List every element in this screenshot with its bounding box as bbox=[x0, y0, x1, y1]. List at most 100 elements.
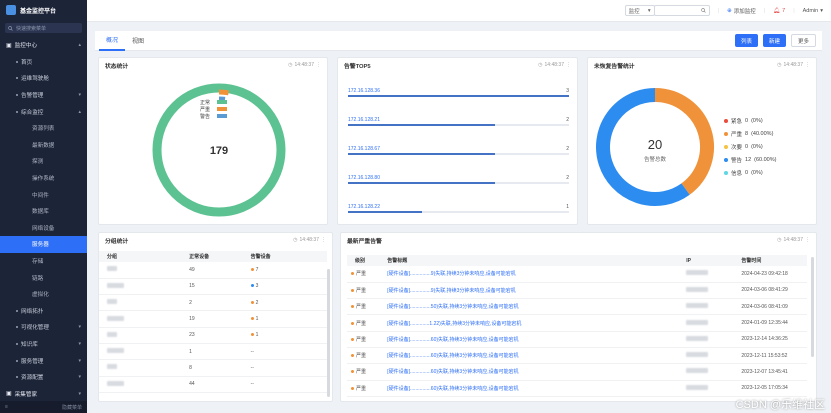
top5-ip[interactable]: 172.16.128.21 bbox=[348, 117, 380, 123]
sidebar-item[interactable]: 网络拓扑 bbox=[0, 303, 87, 320]
title-cell[interactable]: [硬件设备]..............1.22)失联,持续3分钟未响应,设备可… bbox=[379, 314, 679, 332]
top-search-input[interactable] bbox=[653, 5, 710, 16]
monitor-type-value: 监控 bbox=[628, 8, 640, 15]
legend-item[interactable]: 严重 8 (40.00%) bbox=[724, 127, 776, 140]
top5-ip[interactable]: 172.16.128.22 bbox=[348, 204, 380, 210]
top5-row[interactable]: 172.16.128.22 1 bbox=[348, 204, 569, 218]
more-icon[interactable]: ⋮ bbox=[805, 237, 810, 243]
more-icon[interactable]: ⋮ bbox=[566, 62, 571, 68]
table-row[interactable]: 22 bbox=[99, 294, 327, 312]
sidebar-item[interactable]: 最新数据 bbox=[0, 137, 87, 154]
alert-title-link[interactable]: [硬件设备]...............60)失联,持续3分钟未响应,设备可能… bbox=[387, 369, 518, 375]
title-cell[interactable]: [硬件设备]...............60)失联,持续3分钟未响应,设备可能… bbox=[379, 380, 679, 397]
top5-row[interactable]: 172.16.128.80 2 bbox=[348, 175, 569, 189]
sidebar-item[interactable]: 链路 bbox=[0, 269, 87, 286]
sidebar-item[interactable]: 中间件 bbox=[0, 186, 87, 203]
table-row[interactable]: 23 1 bbox=[99, 327, 327, 344]
sidebar-item[interactable]: 可视化管理 ▾ bbox=[0, 319, 87, 336]
sidebar-item[interactable]: 存储 bbox=[0, 253, 87, 270]
alert-title-link[interactable]: [硬件设备]..............1.22)失联,持续3分钟未响应,设备可… bbox=[387, 321, 521, 327]
alert-bell[interactable]: 🔔︎ 7 bbox=[773, 8, 785, 14]
top5-ip[interactable]: 172.16.128.67 bbox=[348, 146, 380, 152]
sidebar-item[interactable]: 综合监控 ▴ bbox=[0, 103, 87, 120]
alert-title-link[interactable]: [硬件设备]...............50)失联,持续3分钟未响应,设备可能… bbox=[387, 304, 518, 310]
title-cell[interactable]: [硬件设备]...............60)失联,持续3分钟未响应,设备可能… bbox=[379, 331, 679, 348]
redacted-ip bbox=[686, 368, 709, 374]
sidebar-item[interactable]: 网络设备 bbox=[0, 220, 87, 237]
sidebar-item[interactable]: 服务器 bbox=[0, 236, 87, 253]
legend-item[interactable]: 信息 0 (0%) bbox=[724, 166, 776, 179]
severity-dot bbox=[351, 386, 354, 390]
table-row[interactable]: 1 -- bbox=[99, 343, 327, 361]
sidebar-footer[interactable]: ≡ 隐藏菜单 bbox=[0, 401, 87, 413]
sidebar-item[interactable]: 资源配置 ▾ bbox=[0, 369, 87, 386]
top5-ip[interactable]: 172.16.128.36 bbox=[348, 88, 380, 94]
latest-scrollbar[interactable] bbox=[811, 257, 814, 357]
monitor-type-select[interactable]: 监控 ▾ bbox=[624, 5, 655, 16]
more-icon[interactable]: ⋮ bbox=[316, 62, 321, 68]
table-row[interactable]: 8 -- bbox=[99, 359, 327, 377]
title-cell[interactable]: [硬件设备]...............9)失联,持续3分钟未响应,设备可能宕… bbox=[379, 282, 679, 300]
alert-title-link[interactable]: [硬件设备]...............9)失联,持续3分钟未响应,设备可能宕… bbox=[387, 271, 516, 277]
alert-title-link[interactable]: [硬件设备]...............60)失联,持续3分钟未响应,设备可能… bbox=[387, 337, 518, 343]
sidebar-item[interactable]: 数据库 bbox=[0, 203, 87, 220]
sidebar-item[interactable]: 服务管理 ▾ bbox=[0, 352, 87, 369]
sidebar-item[interactable]: 资源列表 bbox=[0, 120, 87, 137]
alert-title-link[interactable]: [硬件设备]...............60)失联,持续3分钟未响应,设备可能… bbox=[387, 353, 518, 359]
tab-overview[interactable]: 概况 bbox=[99, 31, 126, 51]
table-row[interactable]: 严重 [硬件设备]...............60)失联,持续3分钟未响应,设备… bbox=[347, 331, 807, 348]
top5-row[interactable]: 172.16.128.67 2 bbox=[348, 146, 569, 160]
tab-view[interactable]: 视图 bbox=[125, 31, 151, 51]
latest-severe-card: 最新严重告警 ◷ 14:48:37 ⋮ 级别 告警标题 IP 告警时间 严重 [硬件设… bbox=[340, 232, 817, 402]
new-button[interactable]: 新建 bbox=[762, 34, 786, 47]
brand[interactable]: 基金监控平台 bbox=[0, 0, 87, 20]
sidebar-item[interactable]: 探测 bbox=[0, 153, 87, 170]
alert-title-link[interactable]: [硬件设备]...............60)失联,持续3分钟未响应,设备可能… bbox=[387, 386, 518, 392]
top5-row[interactable]: 172.16.128.21 2 bbox=[348, 117, 569, 131]
table-row[interactable]: 严重 [硬件设备]..............1.22)失联,持续3分钟未响应,设… bbox=[347, 314, 807, 332]
title-cell[interactable]: [硬件设备]...............60)失联,持续3分钟未响应,设备可能… bbox=[379, 363, 679, 381]
user-menu[interactable]: Admin ▾ bbox=[803, 8, 823, 14]
alert-count: -- bbox=[250, 381, 254, 388]
top5-row[interactable]: 172.16.128.36 3 bbox=[348, 88, 569, 102]
sidebar-item[interactable]: 告警管理 ▾ bbox=[0, 87, 87, 104]
sidebar-item[interactable]: 虚拟化 bbox=[0, 286, 87, 303]
redacted-ip bbox=[686, 335, 709, 341]
more-icon[interactable]: ⋮ bbox=[805, 62, 810, 68]
table-row[interactable]: 严重 [硬件设备]...............60)失联,持续3分钟未响应,设备… bbox=[347, 347, 807, 365]
top5-ip[interactable]: 172.16.128.80 bbox=[348, 175, 380, 181]
table-row[interactable]: 15 3 bbox=[99, 278, 327, 296]
more-icon[interactable]: ⋮ bbox=[321, 237, 326, 243]
table-row[interactable]: 44 -- bbox=[99, 376, 327, 393]
sidebar-item[interactable]: 运维驾驶舱 bbox=[0, 70, 87, 87]
legend-item[interactable]: 紧急 0 (0%) bbox=[724, 114, 776, 127]
donut-segment-3[interactable] bbox=[596, 88, 690, 206]
title-cell[interactable]: [硬件设备]...............9)失联,持续3分钟未响应,设备可能宕… bbox=[379, 266, 679, 283]
hide-menu-label[interactable]: 隐藏菜单 bbox=[62, 404, 82, 411]
title-cell[interactable]: [硬件设备]...............60)失联,持续3分钟未响应,设备可能… bbox=[379, 347, 679, 365]
more-button[interactable]: 更多 bbox=[790, 34, 816, 47]
sidebar-item[interactable]: 操作系统 bbox=[0, 170, 87, 187]
legend-item[interactable]: 次要 0 (0%) bbox=[724, 140, 776, 153]
add-monitor-link[interactable]: ⊕ 添加监控 bbox=[727, 7, 756, 15]
table-row[interactable]: 49 7 bbox=[99, 262, 327, 279]
sidebar-item[interactable]: 知识库 ▾ bbox=[0, 336, 87, 353]
table-row[interactable]: 严重 [硬件设备]...............60)失联,持续3分钟未响应,设备… bbox=[347, 380, 807, 397]
sidebar-item[interactable]: ▣ 采集管家 ▾ bbox=[0, 385, 87, 402]
menu-search-input[interactable]: 快速搜索菜单 bbox=[5, 23, 82, 33]
sidebar-item[interactable]: ▣ 监控中心 ▴ bbox=[0, 37, 87, 54]
legend-item[interactable]: 警告 12 (60.00%) bbox=[724, 153, 776, 166]
alert-title-link[interactable]: [硬件设备]...............9)失联,持续3分钟未响应,设备可能宕… bbox=[387, 288, 516, 294]
table-row[interactable]: 严重 [硬件设备]...............9)失联,持续3分钟未响应,设备可… bbox=[347, 282, 807, 300]
collapse-icon[interactable]: ≡ bbox=[5, 404, 8, 410]
sidebar-item[interactable]: 首页 bbox=[0, 54, 87, 71]
table-row[interactable]: 19 1 bbox=[99, 310, 327, 328]
list-button[interactable]: 列表 bbox=[734, 34, 758, 47]
group-scrollbar[interactable] bbox=[327, 269, 330, 397]
donut-segment-1[interactable] bbox=[654, 88, 714, 195]
search-icon[interactable] bbox=[700, 8, 706, 13]
table-row[interactable]: 严重 [硬件设备]...............9)失联,持续3分钟未响应,设备可… bbox=[347, 266, 807, 283]
table-row[interactable]: 严重 [硬件设备]...............50)失联,持续3分钟未响应,设备… bbox=[347, 298, 807, 316]
table-row[interactable]: 严重 [硬件设备]...............60)失联,持续3分钟未响应,设备… bbox=[347, 363, 807, 381]
title-cell[interactable]: [硬件设备]...............50)失联,持续3分钟未响应,设备可能… bbox=[379, 298, 679, 316]
